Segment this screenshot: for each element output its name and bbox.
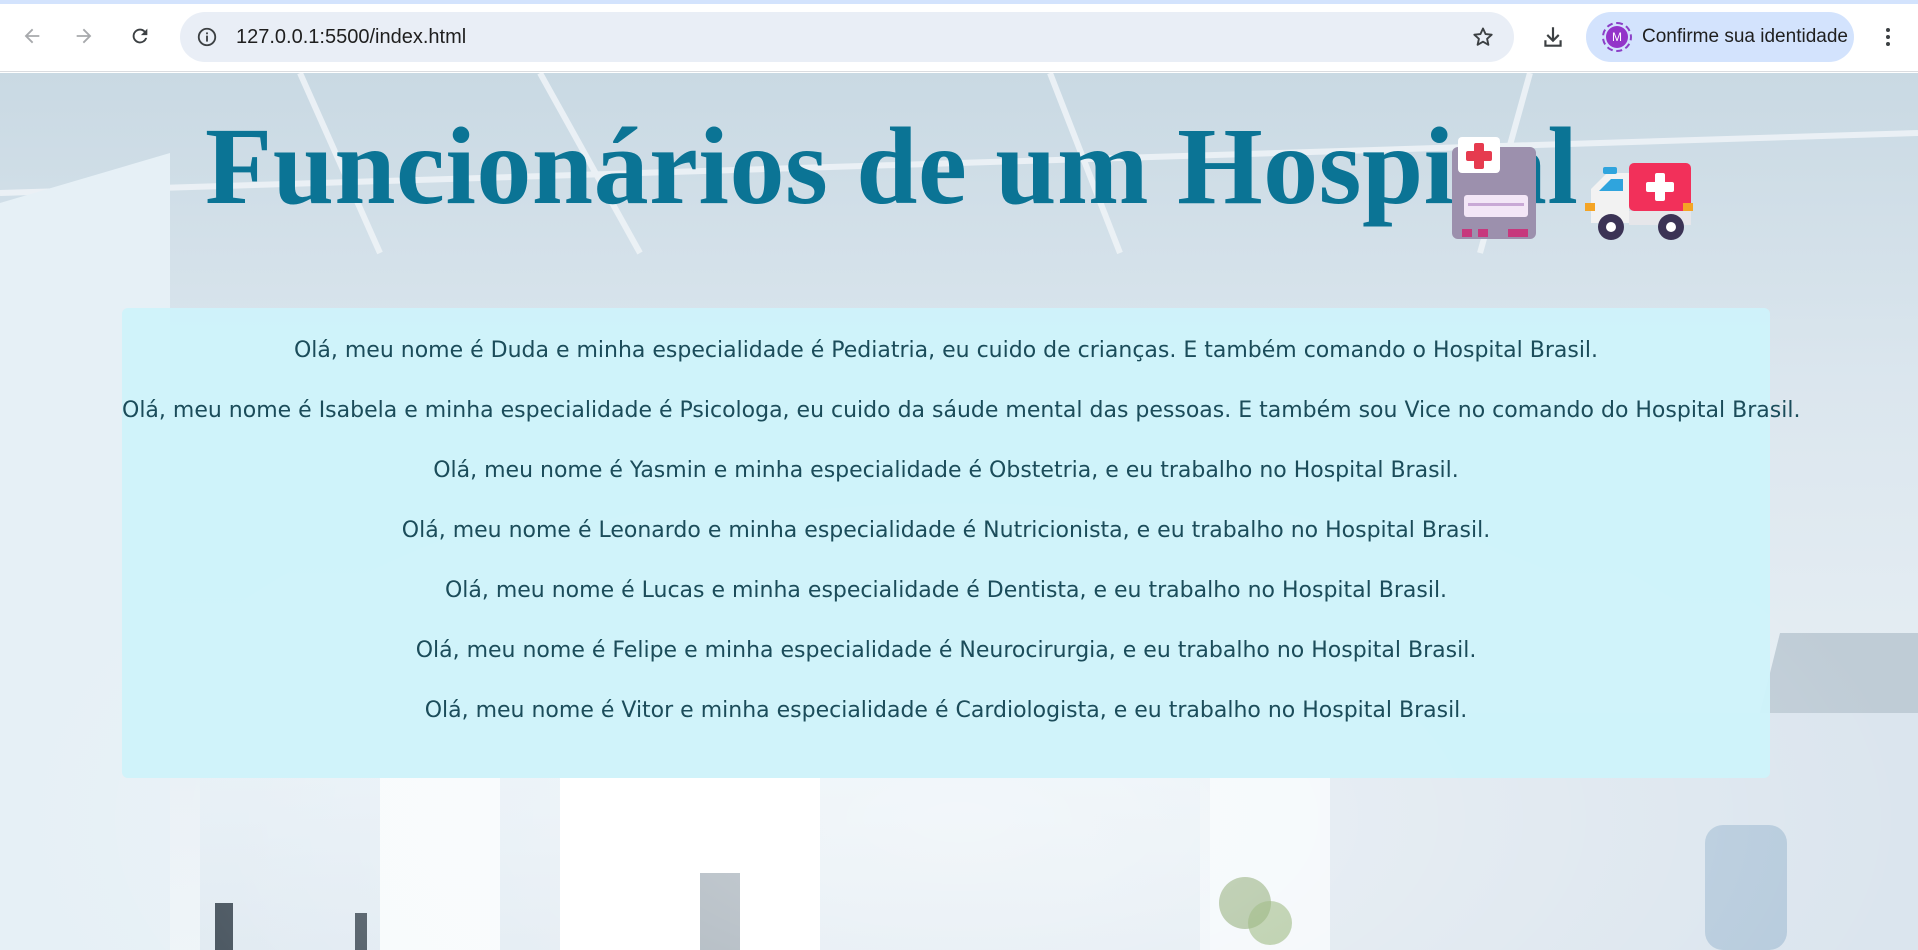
employee-line: Olá, meu nome é Felipe e minha especiali… (415, 638, 1477, 663)
page-title: Funcionários de um Hospital (205, 105, 1579, 227)
profile-chip[interactable]: M Confirme sua identidade (1586, 12, 1854, 62)
avatar: M (1602, 22, 1632, 52)
employee-line: Olá, meu nome é Lucas e minha especialid… (444, 578, 1448, 603)
reload-icon (132, 28, 148, 44)
forward-arrow-icon (76, 28, 92, 44)
employee-line: Olá, meu nome é Vitor e minha especialid… (424, 698, 1468, 723)
employee-line: Olá, meu nome é Duda e minha especialida… (293, 338, 1599, 363)
hospital-building-icon (1452, 137, 1536, 239)
more-menu-icon (1886, 28, 1890, 46)
page-header: Funcionários de um Hospital (0, 101, 1918, 240)
ambulance-icon (1585, 163, 1693, 240)
employee-line: Olá, meu nome é Yasmin e minha especiali… (433, 458, 1459, 483)
site-info-button[interactable] (190, 20, 224, 54)
back-arrow-icon (24, 28, 40, 44)
download-icon (1544, 27, 1562, 47)
browser-toolbar: 127.0.0.1:5500/index.html M Confirme sua… (0, 4, 1918, 72)
profile-label: Confirme sua identidade (1642, 26, 1848, 47)
back-button[interactable] (14, 18, 50, 54)
employee-line: Olá, meu nome é Isabela e minha especial… (122, 398, 1801, 423)
downloads-button[interactable] (1534, 18, 1572, 56)
page-viewport: Funcionários de um Hospital Olá, meu nom… (0, 73, 1918, 950)
avatar-initial: M (1606, 26, 1628, 48)
bookmark-star-icon (1473, 27, 1493, 46)
site-info-icon (197, 27, 217, 47)
employee-list-card: Olá, meu nome é Duda e minha especialida… (122, 308, 1801, 778)
employee-line: Olá, meu nome é Leonardo e minha especia… (401, 518, 1491, 543)
address-bar[interactable]: 127.0.0.1:5500/index.html (180, 12, 1514, 62)
reload-button[interactable] (122, 18, 158, 54)
url-text[interactable]: 127.0.0.1:5500/index.html (236, 12, 466, 62)
more-menu-button[interactable] (1870, 18, 1906, 56)
bookmark-button[interactable] (1466, 20, 1500, 54)
forward-button[interactable] (66, 18, 102, 54)
